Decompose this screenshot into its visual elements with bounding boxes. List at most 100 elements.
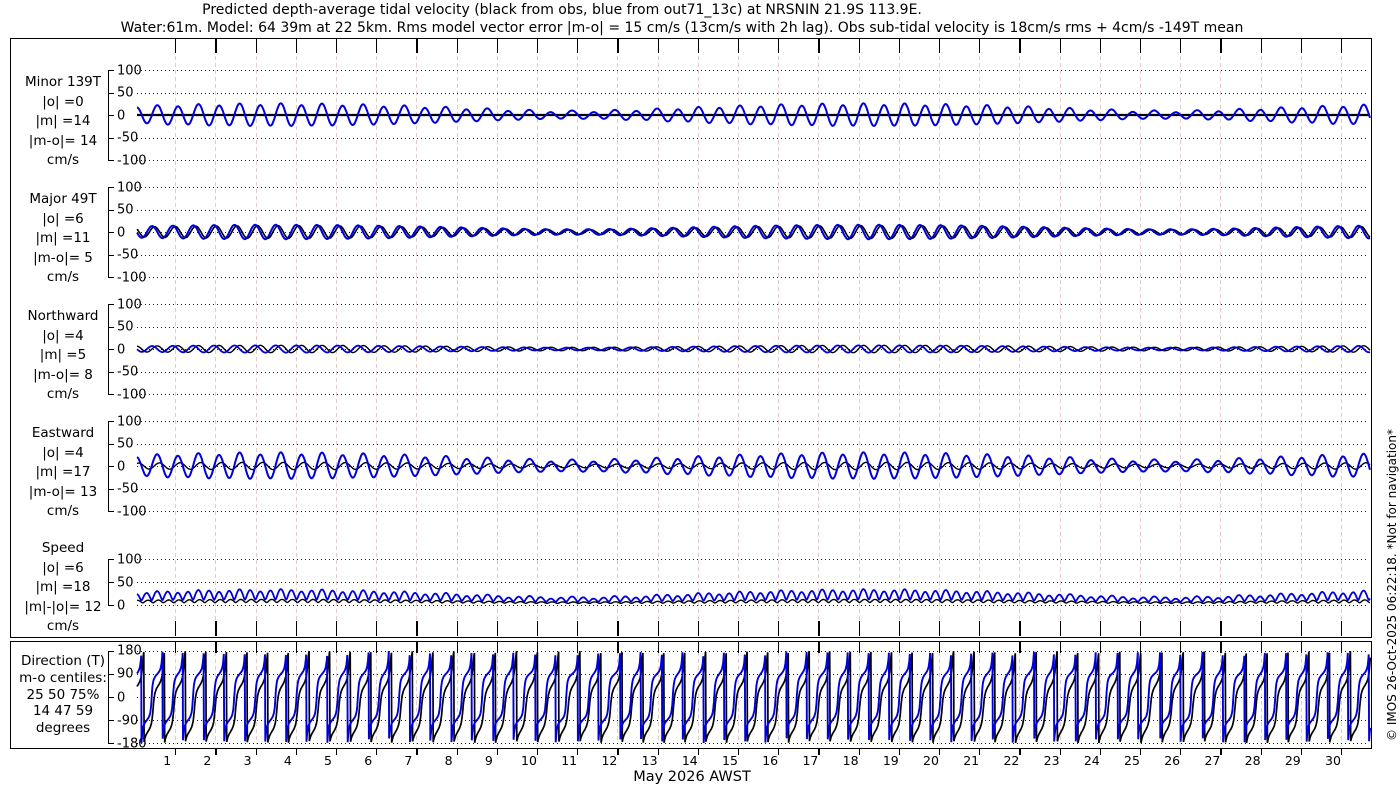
x-tick-top: [979, 39, 981, 53]
velocity-panels-box: [10, 38, 1372, 638]
y-tick: [108, 187, 114, 189]
x-tick-bottom: [738, 621, 740, 636]
y-tick: [108, 160, 114, 162]
y-tick-label: 0: [117, 598, 126, 613]
x-tick-top: [1099, 39, 1102, 53]
x-tick-bottom: [657, 621, 659, 636]
h-gridline: [137, 605, 1369, 606]
x-tick-bottom: [1300, 621, 1303, 636]
day-gridline: [1300, 645, 1302, 744]
x-tick-top: [1140, 39, 1142, 53]
day-gridline: [1341, 42, 1342, 633]
h-gridline: [137, 349, 1369, 350]
y-tick-label: 0: [117, 108, 126, 123]
panel-label-north: |o| =4: [42, 327, 84, 344]
x-tick-bottom: [376, 621, 378, 636]
h-gridline: [137, 115, 1369, 116]
panel-label-major: cm/s: [46, 269, 80, 285]
day-gridline: [1099, 645, 1101, 744]
h-gridline: [137, 232, 1369, 233]
day-label: 14: [681, 753, 698, 768]
day-gridline: [1140, 645, 1141, 744]
day-label: 30: [1325, 753, 1341, 768]
day-label: 18: [842, 753, 859, 768]
y-tick: [108, 511, 114, 513]
day-label: 15: [722, 753, 738, 768]
day-gridline: [818, 645, 820, 744]
y-tick-label: -50: [117, 481, 139, 497]
y-tick: [108, 115, 114, 117]
panel-label-east: |m-o|= 13: [28, 483, 98, 500]
day-gridline: [1019, 645, 1021, 744]
day-gridline: [416, 42, 418, 633]
panel-label-minor: Minor 139T: [24, 74, 102, 90]
x-tick-top: [1180, 39, 1182, 53]
day-gridline: [456, 645, 458, 744]
x-tick-bottom: [1140, 621, 1142, 636]
h-gridline: [137, 720, 1369, 721]
h-gridline: [137, 209, 1369, 211]
y-tick-label: 0: [117, 690, 126, 705]
day-gridline: [577, 42, 579, 633]
y-tick: [108, 254, 114, 256]
x-tick-top: [1059, 39, 1061, 53]
y-tick: [108, 582, 114, 584]
h-gridline: [137, 70, 1369, 71]
y-tick: [108, 137, 114, 139]
x-tick-top: [537, 39, 539, 53]
x-tick-top: [1300, 39, 1303, 53]
h-gridline: [137, 443, 1369, 445]
x-tick-bottom: [175, 621, 177, 636]
day-gridline: [939, 42, 940, 633]
x-tick-top: [697, 39, 700, 53]
panel-label-east: Eastward: [31, 425, 95, 441]
day-gridline: [1220, 42, 1222, 633]
y-tick: [108, 743, 114, 745]
y-tick: [108, 232, 114, 234]
panel-label-east: |o| =4: [42, 444, 84, 461]
panel-label-direction: m-o centiles:: [19, 669, 107, 686]
h-gridline: [137, 92, 1369, 94]
x-tick-top: [496, 39, 499, 53]
h-gridline: [137, 254, 1369, 256]
day-gridline: [577, 645, 579, 744]
h-gridline: [137, 137, 1369, 139]
day-gridline: [255, 42, 257, 633]
x-tick-bottom: [1220, 621, 1222, 636]
x-tick-bottom: [416, 621, 418, 636]
x-tick-top: [657, 39, 659, 53]
y-tick: [108, 673, 114, 676]
imos-watermark: © IMOS 26-Oct-2025 06:22:18. *Not for na…: [1385, 429, 1399, 741]
x-tick-bottom: [336, 621, 338, 636]
y-tick: [108, 326, 114, 328]
x-tick-bottom: [778, 621, 780, 636]
y-tick: [108, 650, 114, 653]
day-label: 20: [923, 753, 939, 768]
panel-label-minor: cm/s: [46, 152, 80, 168]
y-tick: [108, 304, 114, 306]
day-gridline: [939, 645, 940, 744]
day-gridline: [376, 42, 378, 633]
day-gridline: [697, 645, 699, 744]
x-tick-bottom: [617, 621, 619, 636]
y-tick: [108, 277, 114, 279]
day-gridline: [738, 645, 739, 744]
day-label: 29: [1284, 753, 1301, 768]
day-gridline: [215, 42, 217, 633]
h-gridline: [137, 697, 1369, 698]
panel-label-minor: |m| =14: [35, 113, 91, 129]
x-tick-bottom: [1180, 621, 1182, 636]
day-label: 21: [963, 753, 980, 768]
h-gridline: [137, 371, 1369, 373]
day-label: 7: [404, 753, 413, 768]
day-label: 8: [444, 753, 453, 768]
panel-label-east: |m| =17: [35, 464, 91, 480]
y-tick: [108, 559, 114, 561]
day-label: 28: [1244, 753, 1261, 768]
day-gridline: [858, 42, 860, 633]
day-gridline: [818, 42, 820, 633]
x-tick-top: [295, 39, 298, 53]
day-label: 17: [802, 753, 819, 768]
day-gridline: [617, 645, 619, 744]
y-tick-label: 50: [117, 575, 134, 590]
